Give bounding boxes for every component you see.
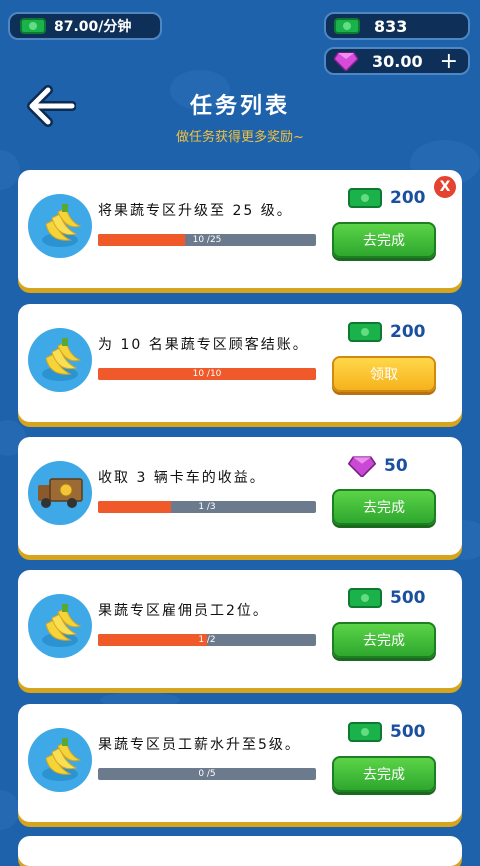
task-reward-amount: 50 [384,456,408,476]
banana-icon [28,328,92,392]
gem-balance-display: 30.00 + [324,47,470,75]
gem-icon [334,52,358,71]
task-progress-bar: 0 /5 [98,768,316,780]
task-reward-amount: 200 [390,188,426,208]
task-progress-label: 1 /3 [198,502,216,512]
go-complete-button[interactable]: 去完成 [332,489,436,525]
task-card-partial [18,836,462,866]
cash-icon [20,18,46,34]
task-reward-amount: 200 [390,322,426,342]
task-progress-bar: 10 /10 [98,368,316,380]
add-gems-button[interactable]: + [440,49,458,74]
gem-icon [348,456,376,477]
truck-icon [28,461,92,525]
task-reward: 200 [348,322,426,342]
task-reward: 50 [348,455,408,477]
cash-icon [334,18,360,34]
task-progress-label: 1 /2 [198,635,216,645]
task-progress-bar: 10 /25 [98,234,316,246]
task-progress-label: 10 /10 [192,369,222,379]
task-reward: 500 [348,588,426,608]
go-complete-button[interactable]: 去完成 [332,756,436,792]
banana-icon [28,728,92,792]
page-subtitle: 做任务获得更多奖励~ [176,130,304,145]
task-description: 为 10 名果蔬专区顾客结账。 [98,337,309,353]
cash-icon [348,188,382,208]
task-reward-amount: 500 [390,588,426,608]
cash-icon [348,588,382,608]
gem-balance-value: 30.00 [372,51,423,71]
task-card: 果蔬专区雇佣员工2位。 1 /2 500 去完成 [18,570,462,688]
cash-icon [348,322,382,342]
income-rate-value: 87.00/分钟 [54,19,132,35]
task-reward: 200 [348,188,426,208]
cash-balance-value: 833 [374,16,408,36]
task-description: 果蔬专区员工薪水升至5级。 [98,737,301,753]
income-rate-display: 87.00/分钟 [8,12,162,40]
page-title: 任务列表 [189,94,290,119]
task-card: 将果蔬专区升级至 25 级。 10 /25 200 去完成 X [18,170,462,288]
task-reward: 500 [348,722,426,742]
task-card: 收取 3 辆卡车的收益。 1 /3 50 去完成 [18,437,462,555]
task-card: 为 10 名果蔬专区顾客结账。 10 /10 200 领取 [18,304,462,422]
task-card: 果蔬专区员工薪水升至5级。 0 /5 500 去完成 [18,704,462,822]
task-description: 收取 3 辆卡车的收益。 [98,470,266,486]
close-button[interactable]: X [432,174,458,200]
task-progress-bar: 1 /3 [98,501,316,513]
go-complete-button[interactable]: 去完成 [332,222,436,258]
go-complete-button[interactable]: 去完成 [332,622,436,658]
claim-button[interactable]: 领取 [332,356,436,392]
task-progress-bar: 1 /2 [98,634,316,646]
task-description: 将果蔬专区升级至 25 级。 [98,203,293,219]
task-progress-label: 10 /25 [192,235,222,245]
banana-icon [28,194,92,258]
task-reward-amount: 500 [390,722,426,742]
banana-icon [28,594,92,658]
cash-icon [348,722,382,742]
cash-balance-display: 833 [324,12,470,40]
task-description: 果蔬专区雇佣员工2位。 [98,603,269,619]
task-progress-label: 0 /5 [198,769,216,779]
